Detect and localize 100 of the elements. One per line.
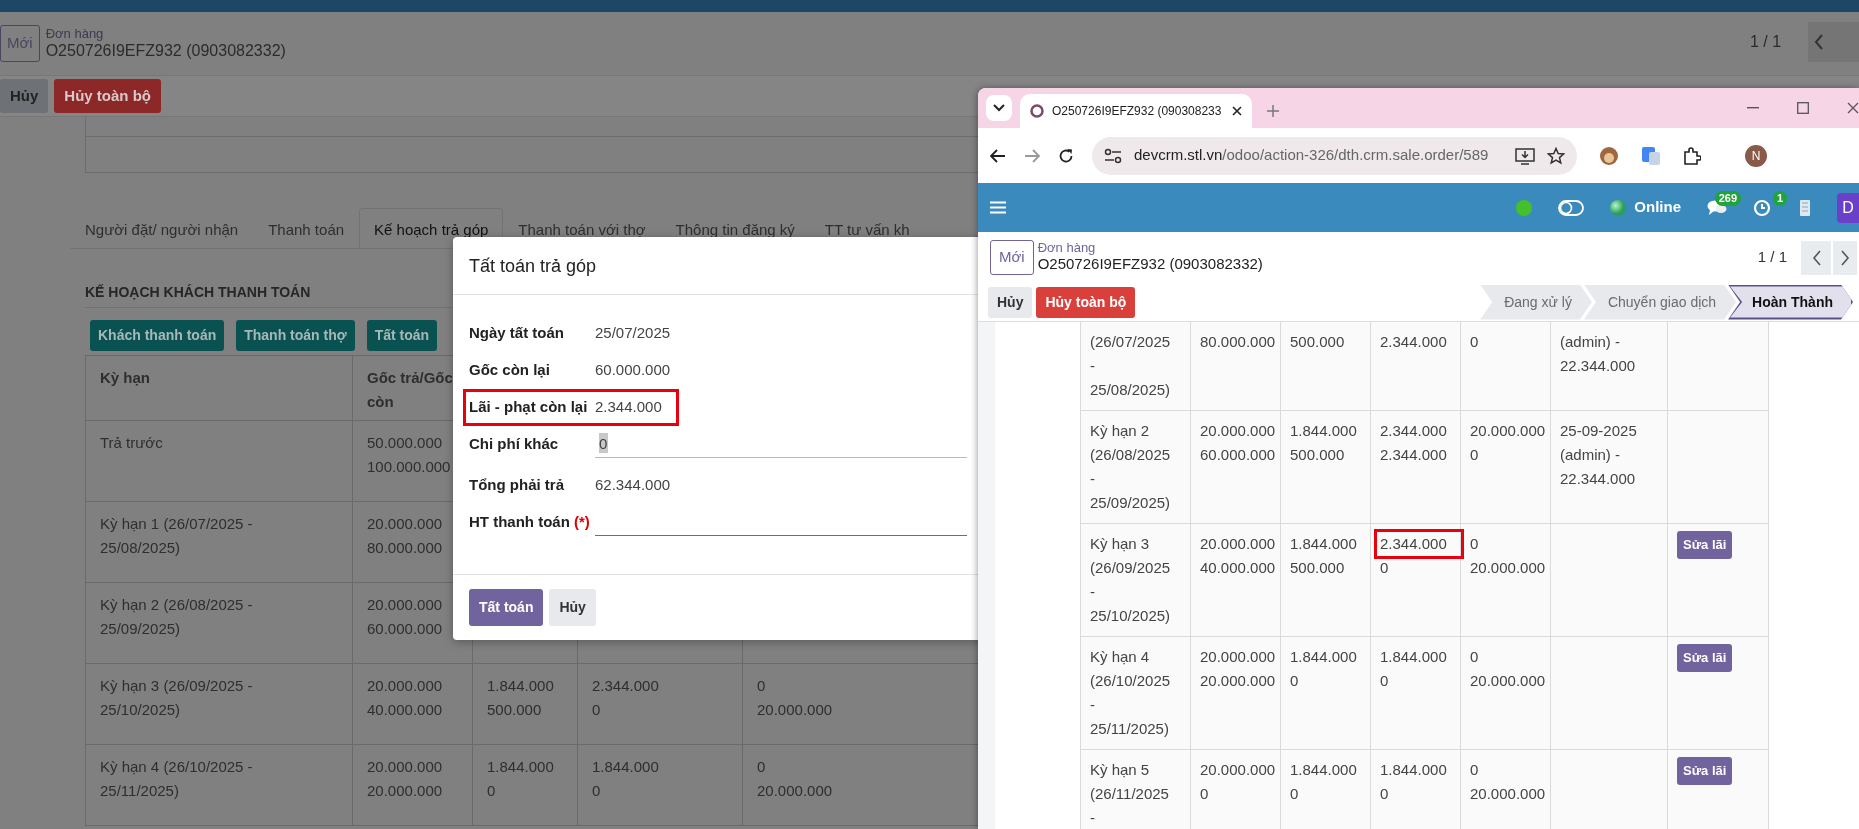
stage-step[interactable]: Chuyển giao dịch [1583,284,1737,320]
cell-text: (26/10/2025 [1090,672,1171,689]
clock-icon[interactable] [1753,198,1773,217]
table-cell: 1.844.000 0 [472,744,578,826]
install-icon[interactable] [1515,146,1535,165]
tab[interactable]: Người đặt/ người nhận [70,208,254,248]
close-icon[interactable] [1232,106,1242,116]
edit-interest-button[interactable]: Sửa lãi [1677,644,1733,672]
cell-text: - [1090,470,1095,487]
cancel-all-button[interactable]: Hủy toàn bộ [54,78,161,114]
menu-icon[interactable] [990,201,1006,214]
site-info-icon[interactable] [1104,147,1122,164]
cell-text: 1.844.000 [1290,761,1357,778]
cell-text: Kỳ hạn 5 [1090,761,1150,778]
cell-text: 0 [1470,648,1479,665]
cell-text: 20.000.000 [1470,559,1546,576]
cell-text: (26/08/2025 [1090,446,1171,463]
cell-text: 25-09-2025 [1560,422,1637,439]
cell-text: 1.844.000 [1380,761,1447,778]
minimize-icon[interactable] [1747,107,1759,109]
edit-interest-button[interactable]: Sửa lãi [1677,531,1733,559]
table-cell: Kỳ hạn 3 (26/09/2025 - 25/10/2025) [85,663,353,745]
cancel-button[interactable]: Hủy [988,286,1033,318]
count-badge: 269 [1714,190,1741,206]
previous-button[interactable] [1801,240,1831,275]
edit-interest-button[interactable]: Sửa lãi [1677,757,1733,785]
cell-text: 0 [1290,785,1299,802]
sphere-icon [1610,199,1627,216]
cell-text: 60.000.000 [1200,446,1276,463]
favicon-icon [1030,104,1044,118]
action-button[interactable]: Tất toán [366,320,438,351]
tab-title: O250726I9EFZ932 (090308233 [1052,103,1223,120]
cancel-button[interactable]: Hủy [549,589,596,626]
new-button[interactable]: Mới [990,240,1034,275]
user-avatar[interactable]: D [1837,192,1859,223]
reload-icon[interactable] [1058,147,1074,164]
settle-button[interactable]: Tất toán [469,589,544,626]
puzzle-icon[interactable] [1683,146,1701,165]
phone-icon[interactable] [1799,198,1811,217]
cell-text: 0 [1470,535,1479,552]
field-value: 2.344.000 [595,397,662,418]
cell-text: 1.844.000 [1380,648,1447,665]
cell-text: 0 [1380,672,1389,689]
cell-text: 80.000.000 [1200,333,1276,350]
cell-text: 0 [1380,559,1389,576]
cell-text: Kỳ hạn 2 [1090,422,1150,439]
cell-text: 2.344.000 [1380,446,1447,463]
table-cell: Kỳ hạn 4 (26/10/2025 - 25/11/2025) [85,744,353,826]
status-dot-icon [1516,199,1533,216]
cell-text: - [1090,583,1095,600]
cell-text: 25/11/2025) [1090,720,1169,737]
input-field[interactable]: 0 [595,430,967,459]
back-icon[interactable] [990,148,1006,163]
cell-text: 20.000.000 [1470,672,1546,689]
table-cell: Kỳ hạn 2 (26/08/2025 - 25/09/2025) [85,582,353,664]
cell-text: 500.000 [1290,333,1345,350]
count-badge: 1 [1772,190,1787,206]
cell-text: 2.344.000 [1380,333,1447,350]
status-label: Online [1634,197,1681,218]
cell-text: (admin) - [1560,333,1620,350]
table-cell: 20.000.000 20.000.000 [352,744,473,826]
cell-text: 20.000.000 [1200,535,1276,552]
tab[interactable]: Thanh toán [253,208,360,248]
cell-text: 20.000.000 [1470,422,1546,439]
cell-text: 500.000 [1290,446,1345,463]
star-icon[interactable] [1547,146,1565,165]
tab-list-button[interactable] [986,95,1012,121]
field-value: 62.344.000 [595,475,671,496]
stage-step[interactable]: Đang xử lý [1480,284,1592,320]
breadcrumb-link[interactable]: Đơn hàng [45,26,286,42]
cancel-button[interactable]: Hủy [0,78,49,114]
forward-icon[interactable] [1024,148,1040,163]
cell-text: 500.000 [1290,559,1345,576]
field-value: 60.000.000 [595,360,671,381]
profile-avatar[interactable]: N [1745,144,1767,167]
face-icon[interactable] [1599,145,1619,166]
cell-text: Kỳ hạn 3 [1090,535,1150,552]
action-button[interactable]: Thanh toán thợ [236,320,355,351]
cell-text: 0 [1470,446,1479,463]
table-cell: Trả trước [85,420,353,502]
column-header: Kỳ hạn [85,355,353,421]
pager-text: 1 / 1 [1757,247,1787,268]
cell-text: 0 [1380,785,1389,802]
table-cell: 2.344.000 0 [577,663,743,745]
cell-text: 1.844.000 [1290,648,1357,665]
cancel-all-button[interactable]: Hủy toàn bộ [1036,286,1136,318]
toggle-icon[interactable] [1558,199,1585,216]
cell-text: 0 [1200,785,1209,802]
cell-text: 25/10/2025) [1090,607,1171,624]
next-button[interactable] [1833,240,1857,275]
field-label: Ngày tất toán [469,323,565,344]
stage-step[interactable]: Hoàn Thành [1728,284,1853,320]
maximize-icon[interactable] [1797,102,1809,114]
cell-text: Kỳ hạn 4 [1090,648,1150,665]
record-title: O250726I9EFZ932 (0903082332) [45,41,286,61]
translate-icon[interactable] [1641,145,1661,166]
action-button[interactable]: Khách thanh toán [90,320,225,351]
cell-text: (26/07/2025 [1090,333,1171,350]
browser-tab[interactable]: O250726I9EFZ932 (090308233 [1020,94,1252,128]
cell-text: 20.000.000 [1470,785,1546,802]
